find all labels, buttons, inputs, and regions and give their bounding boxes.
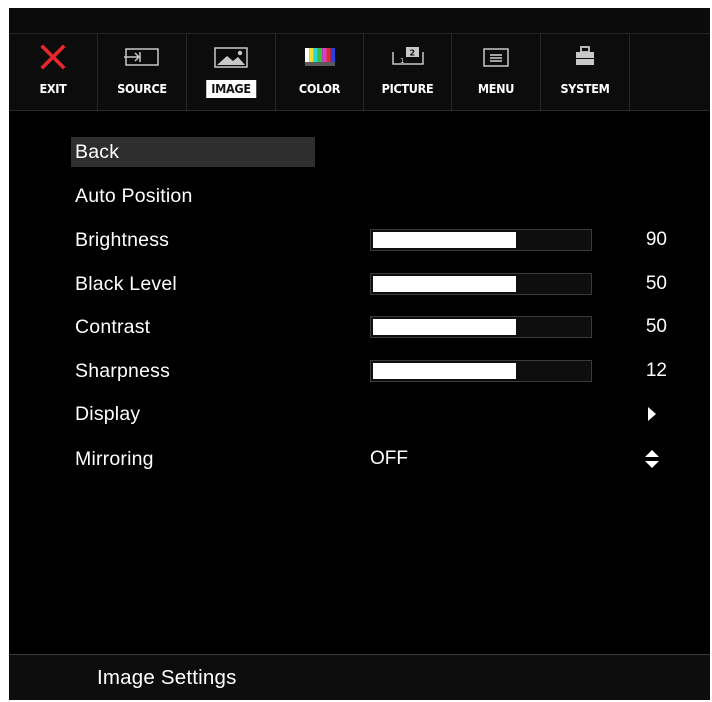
osd-menu-window: EXIT SOURCE IMAGE COLOR 1 2 PICTURE MENU…	[9, 8, 710, 700]
image-icon	[214, 47, 248, 68]
brightness-value: 90	[645, 229, 667, 250]
black-level-value: 50	[645, 273, 667, 294]
tab-bar: EXIT SOURCE IMAGE COLOR 1 2 PICTURE MENU…	[9, 33, 710, 111]
menu-item-label: Contrast	[75, 316, 151, 338]
tab-label: EXIT	[39, 81, 67, 96]
menu-item-black-level[interactable]: Black Level 50	[9, 269, 710, 299]
menu-item-back[interactable]: Back	[9, 137, 710, 167]
menu-item-brightness[interactable]: Brightness 90	[9, 225, 710, 255]
tab-label: IMAGE	[206, 80, 256, 98]
svg-text:2: 2	[409, 49, 415, 58]
slider-fill	[373, 319, 516, 335]
slider-fill	[373, 363, 516, 379]
menu-item-label: Auto Position	[75, 185, 193, 207]
menu-item-contrast[interactable]: Contrast 50	[9, 312, 710, 342]
toolbox-icon	[576, 46, 594, 65]
black-level-slider[interactable]	[370, 273, 592, 295]
status-footer: Image Settings	[9, 654, 710, 700]
close-icon	[40, 44, 66, 70]
tab-exit[interactable]: EXIT	[9, 34, 98, 110]
top-strip	[9, 8, 710, 33]
slider-fill	[373, 232, 516, 248]
tab-image[interactable]: IMAGE	[187, 34, 276, 110]
tab-picture[interactable]: 1 2 PICTURE	[364, 34, 452, 110]
input-source-icon	[124, 48, 159, 66]
tab-label: MENU	[477, 81, 515, 96]
svg-text:1: 1	[400, 57, 404, 65]
up-down-arrows-icon[interactable]	[637, 444, 667, 474]
tab-label: COLOR	[298, 81, 341, 96]
menu-item-label: Mirroring	[75, 448, 154, 470]
menu-item-label: Brightness	[75, 229, 170, 251]
menu-item-display[interactable]: Display	[9, 399, 710, 429]
tab-label: SYSTEM	[560, 81, 610, 96]
tab-menu[interactable]: MENU	[452, 34, 541, 110]
footer-title: Image Settings	[97, 666, 237, 689]
menu-item-label: Black Level	[75, 273, 177, 295]
sharpness-value: 12	[645, 360, 667, 381]
menu-item-mirroring[interactable]: Mirroring OFF	[9, 444, 710, 474]
contrast-value: 50	[645, 316, 667, 337]
menu-item-auto-position[interactable]: Auto Position	[9, 181, 710, 211]
menu-icon	[483, 48, 509, 67]
color-bars-icon	[304, 48, 335, 66]
mirroring-value: OFF	[370, 448, 408, 469]
slider-fill	[373, 276, 516, 292]
contrast-slider[interactable]	[370, 316, 592, 338]
tab-color[interactable]: COLOR	[276, 34, 364, 110]
menu-item-label: Sharpness	[75, 360, 171, 382]
chevron-right-icon	[648, 407, 656, 421]
menu-item-label: Back	[75, 141, 120, 163]
sharpness-slider[interactable]	[370, 360, 592, 382]
tab-label: SOURCE	[117, 81, 167, 96]
picture-in-picture-icon: 1 2	[391, 47, 424, 65]
tab-source[interactable]: SOURCE	[98, 34, 187, 110]
tab-system[interactable]: SYSTEM	[541, 34, 630, 110]
brightness-slider[interactable]	[370, 229, 592, 251]
menu-item-label: Display	[75, 403, 141, 425]
menu-item-sharpness[interactable]: Sharpness 12	[9, 356, 710, 386]
tab-label: PICTURE	[381, 81, 434, 96]
